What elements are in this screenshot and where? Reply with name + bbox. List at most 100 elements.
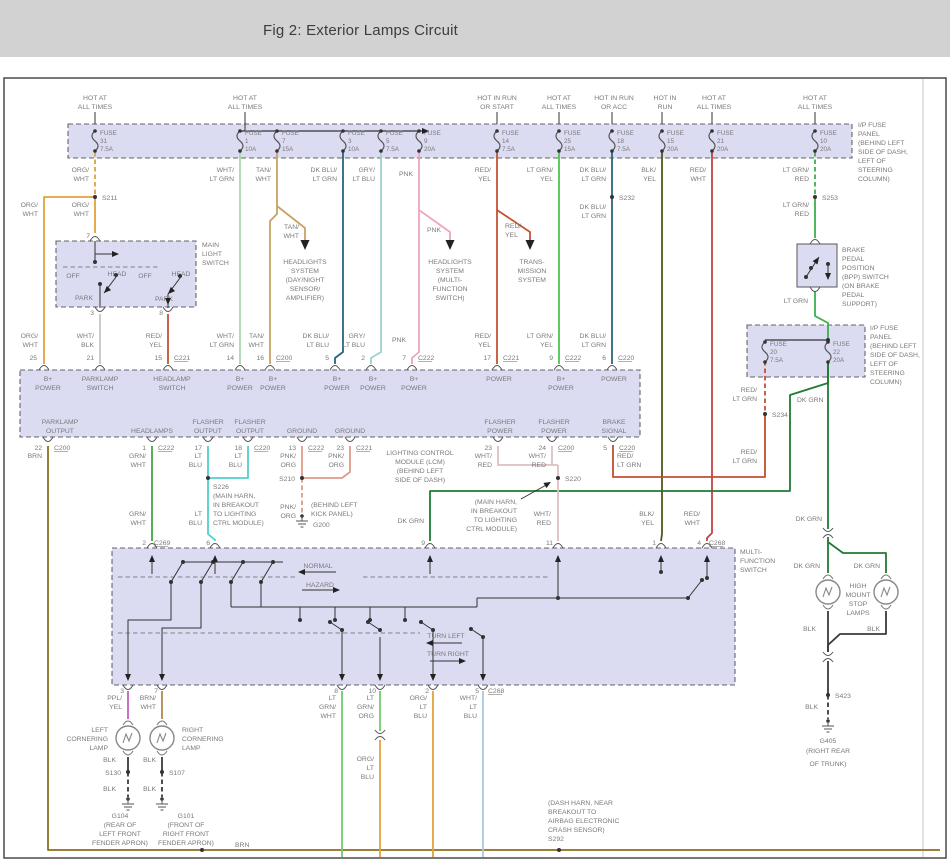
- splice-dot: [700, 578, 704, 582]
- label: C222: [158, 445, 174, 452]
- label: 2: [361, 355, 365, 362]
- splice-dot: [126, 770, 130, 774]
- label: BLK: [103, 757, 116, 764]
- fuse-terminal: [813, 129, 817, 133]
- splice-dot: [200, 848, 204, 852]
- splice-dot: [556, 476, 560, 480]
- splice-dot: [333, 618, 337, 622]
- fuse-terminal: [379, 149, 383, 153]
- label: BLK: [103, 786, 116, 793]
- splice-dot: [557, 848, 561, 852]
- label: S210: [279, 476, 295, 483]
- label: 25: [29, 355, 37, 362]
- label: G405: [820, 738, 837, 745]
- fuse-terminal: [238, 129, 242, 133]
- label: 15: [154, 355, 162, 362]
- label: NORMAL: [303, 563, 332, 570]
- label: LT GRN: [784, 298, 808, 305]
- component-box: [111, 547, 736, 686]
- splice-dot: [556, 596, 560, 600]
- splice-dot: [114, 273, 118, 277]
- label: 5: [475, 688, 479, 695]
- label: 17: [483, 355, 491, 362]
- label: HEADLIGHTS SYSTEM (DAY/NIGHT SENSOR/AMPLIFI…: [283, 259, 327, 302]
- fuse-terminal: [610, 129, 614, 133]
- label: 18: [234, 445, 242, 452]
- label: PNK: [399, 171, 413, 178]
- fuse-terminal: [557, 129, 561, 133]
- fuse-terminal: [557, 149, 561, 153]
- splice-dot: [809, 266, 813, 270]
- splice-dot: [199, 580, 203, 584]
- wire-blk-yel: [660, 152, 663, 542]
- splice-dot: [469, 627, 473, 631]
- label: 13: [288, 445, 296, 452]
- label: 9: [421, 540, 425, 547]
- label: 7: [154, 688, 158, 695]
- label: HAZARD: [306, 582, 334, 589]
- fuse-terminal: [417, 129, 421, 133]
- label: 2: [142, 540, 146, 547]
- label: C221: [174, 355, 190, 362]
- splice-dot: [378, 628, 382, 632]
- label: C220: [619, 445, 635, 452]
- label: S232: [619, 195, 635, 202]
- label: 22: [34, 445, 42, 452]
- fuse-terminal: [275, 129, 279, 133]
- splice-dot: [93, 195, 97, 199]
- label: 7: [402, 355, 406, 362]
- splice-dot: [705, 576, 709, 580]
- label: 8: [334, 688, 338, 695]
- splice-dot: [403, 618, 407, 622]
- splice-dot: [340, 628, 344, 632]
- label: S234: [772, 412, 788, 419]
- label: BLK: [803, 626, 816, 633]
- label: 16: [256, 355, 264, 362]
- fuse-terminal: [710, 129, 714, 133]
- fuse-terminal: [379, 129, 383, 133]
- splice-dot: [826, 693, 830, 697]
- label: S211: [102, 195, 118, 202]
- label: 5: [603, 445, 607, 452]
- splice-dot: [659, 570, 663, 574]
- label: 3: [120, 688, 124, 695]
- label: PNK: [392, 337, 406, 344]
- label: 17: [194, 445, 202, 452]
- label: BRN: [28, 453, 42, 460]
- label: 3: [90, 310, 94, 317]
- splice-dot: [686, 596, 690, 600]
- label: DK GRN: [796, 516, 823, 523]
- label: C200: [276, 355, 292, 362]
- label: 2: [425, 688, 429, 695]
- label: GROUND: [335, 428, 365, 435]
- label: S130: [105, 770, 121, 777]
- label: C220: [254, 445, 270, 452]
- label: DK GRN: [797, 397, 824, 404]
- fuse-terminal: [763, 360, 767, 364]
- label: 11: [546, 540, 553, 547]
- fuse-terminal: [813, 149, 817, 153]
- label: 6: [602, 355, 606, 362]
- label: 5: [325, 355, 329, 362]
- fuse-terminal: [495, 149, 499, 153]
- splice-dot: [300, 476, 304, 480]
- label: C200: [54, 445, 70, 452]
- label: C268: [709, 540, 725, 547]
- label: 24: [538, 445, 546, 452]
- splice-dot: [763, 412, 767, 416]
- component-box: [67, 123, 853, 159]
- fuse-terminal: [826, 360, 830, 364]
- label: 10: [368, 688, 376, 695]
- splice-dot: [366, 620, 370, 624]
- label: S423: [835, 693, 851, 700]
- splice-dot: [481, 635, 485, 639]
- label: 23: [484, 445, 492, 452]
- label: POWER: [601, 376, 627, 383]
- label: 9: [549, 355, 553, 362]
- splice-dot: [826, 262, 830, 266]
- splice-dot: [229, 580, 233, 584]
- label: OFF: [66, 273, 80, 280]
- label: BRN: [235, 842, 249, 849]
- label: POWER: [486, 376, 512, 383]
- label: S220: [565, 476, 581, 483]
